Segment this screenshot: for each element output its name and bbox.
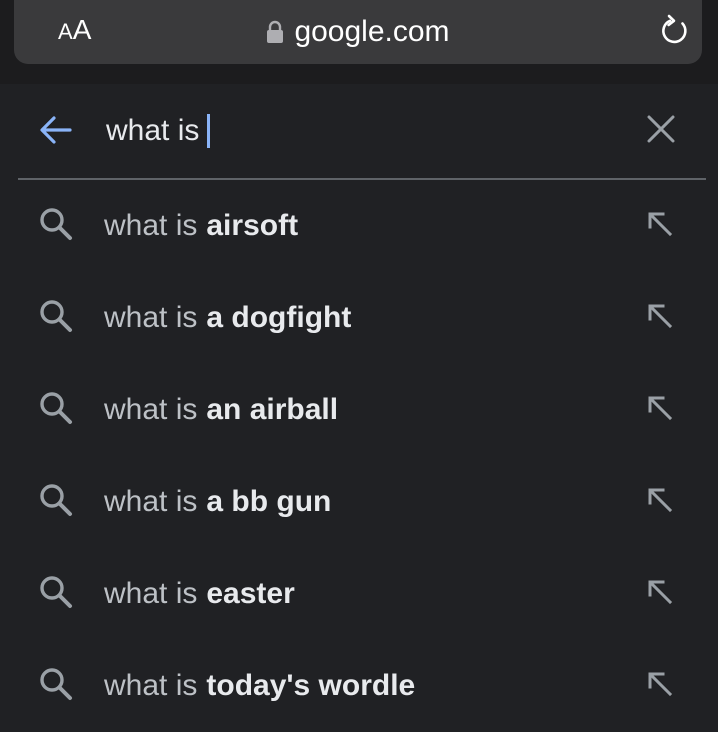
suggestion-item[interactable]: what is a bb gun xyxy=(0,456,718,548)
fill-query-arrow-icon[interactable] xyxy=(646,670,674,698)
text-cursor xyxy=(207,114,211,148)
fill-query-arrow-icon[interactable] xyxy=(646,394,674,422)
browser-top-bar: A A google.com xyxy=(0,0,718,84)
suggestion-completion: airsoft xyxy=(206,209,299,242)
search-input[interactable]: what is xyxy=(106,110,211,152)
suggestion-prefix: what is xyxy=(104,209,198,242)
fill-query-arrow-icon[interactable] xyxy=(646,486,674,514)
suggestion-item[interactable]: what is a dogfight xyxy=(0,272,718,364)
suggestion-text: what is today's wordle xyxy=(104,666,415,706)
search-icon xyxy=(38,390,74,426)
suggestion-text: what is easter xyxy=(104,574,295,614)
suggestion-item[interactable]: what is easter xyxy=(0,548,718,640)
search-query-text: what is xyxy=(106,114,200,147)
address-bar[interactable]: A A google.com xyxy=(14,0,702,64)
address-display[interactable]: google.com xyxy=(14,10,702,54)
suggestion-text: what is a bb gun xyxy=(104,482,331,522)
reload-icon[interactable] xyxy=(658,14,692,48)
suggestion-text: what is a dogfight xyxy=(104,298,351,338)
suggestion-completion: today's wordle xyxy=(206,669,416,702)
search-icon xyxy=(38,666,74,702)
back-arrow-icon[interactable] xyxy=(38,112,74,148)
search-icon xyxy=(38,206,74,242)
fill-query-arrow-icon[interactable] xyxy=(646,210,674,238)
suggestion-prefix: what is xyxy=(104,301,198,334)
search-panel: what is what is airsoft what is a dogfig… xyxy=(0,84,718,723)
domain-text: google.com xyxy=(294,15,450,48)
lock-icon xyxy=(266,20,284,44)
suggestion-item[interactable]: what is an airball xyxy=(0,364,718,456)
suggestion-completion: a bb gun xyxy=(206,485,332,518)
suggestion-text: what is airsoft xyxy=(104,206,298,246)
suggestion-completion: easter xyxy=(206,577,295,610)
suggestion-list: what is airsoft what is a dogfight what … xyxy=(0,180,718,732)
search-box[interactable]: what is xyxy=(18,84,706,180)
suggestion-item[interactable]: what is today's wordle xyxy=(0,640,718,732)
fill-query-arrow-icon[interactable] xyxy=(646,578,674,606)
search-icon xyxy=(38,482,74,518)
suggestion-completion: an airball xyxy=(206,393,339,426)
suggestion-prefix: what is xyxy=(104,485,198,518)
search-icon xyxy=(38,298,74,334)
suggestion-text: what is an airball xyxy=(104,390,338,430)
close-icon[interactable] xyxy=(646,114,676,144)
suggestion-item[interactable]: what is airsoft xyxy=(0,180,718,272)
suggestion-prefix: what is xyxy=(104,669,198,702)
suggestion-prefix: what is xyxy=(104,393,198,426)
suggestion-completion: a dogfight xyxy=(206,301,352,334)
fill-query-arrow-icon[interactable] xyxy=(646,302,674,330)
suggestion-prefix: what is xyxy=(104,577,198,610)
search-icon xyxy=(38,574,74,610)
